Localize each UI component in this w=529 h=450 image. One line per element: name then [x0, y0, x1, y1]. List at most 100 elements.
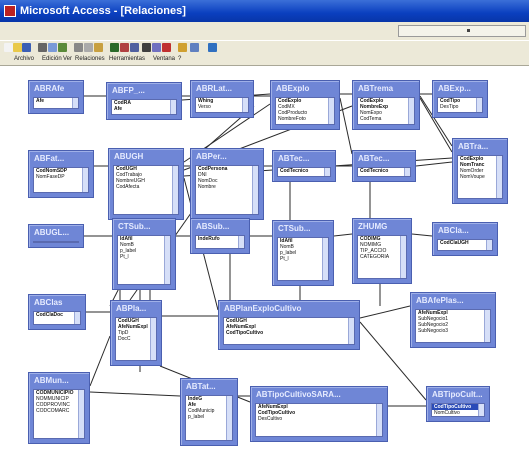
table-window[interactable]: ABMun... CODMUNICIPIO NOMMUNICIP CODPROVINC… [28, 372, 90, 444]
field-list[interactable]: CODMUNICIPIO NOMMUNICIP CODPROVINC CODCOMAR… [33, 389, 85, 439]
field-list[interactable]: CodRA Afe [111, 99, 177, 115]
menu-item-7[interactable]: ? [178, 56, 181, 62]
help-icon[interactable] [208, 43, 217, 52]
field-list[interactable]: IdAfil NomB p_label Pt_l [117, 235, 171, 285]
relationship-line[interactable] [415, 161, 453, 167]
field-list-scrollbar[interactable] [496, 156, 502, 198]
table-window[interactable]: ABSub... IndeRufo [190, 218, 250, 254]
field-list[interactable]: CodPersona DNI NomDoc Nombre [195, 165, 259, 215]
table-window[interactable]: ABPla... CodUGH AfeNumExpl TipD DocC [110, 300, 162, 366]
question-box[interactable] [398, 25, 526, 37]
table-field[interactable]: CODCOMARC [34, 408, 84, 414]
field-list[interactable]: CodUGH AfeNumExpl CodTipoCultivo [223, 317, 355, 345]
table-title[interactable]: ABExp... [433, 81, 487, 95]
table-title[interactable]: ZHUMG [353, 219, 411, 233]
table-window[interactable]: ABPer... CodPersona DNI NomDoc Nombre [190, 148, 264, 220]
relationship-line[interactable] [411, 233, 433, 237]
field-list[interactable]: CodUGH CodTrabajo NombreUGH CodAfecta [113, 165, 179, 215]
table-title[interactable]: ABAfePlas... [411, 293, 495, 307]
table-field[interactable]: IndeRufo [196, 236, 244, 242]
field-list-scrollbar[interactable] [226, 396, 232, 440]
relationship-line[interactable] [359, 305, 411, 319]
table-title[interactable]: ABTipoCult... [427, 387, 489, 401]
table-window[interactable]: ABUGH CodUGH CodTrabajo NombreUGH CodAfecta [108, 148, 184, 220]
menu-item-3[interactable]: Ver [63, 56, 72, 62]
field-list[interactable]: CodTipo DesTipo [437, 97, 483, 113]
table-field[interactable]: CodTipoCultivo [224, 330, 354, 336]
table-field[interactable]: CodClaUGH [438, 240, 492, 246]
open-icon[interactable] [13, 43, 22, 52]
field-list-scrollbar[interactable] [252, 166, 258, 214]
relationships-canvas[interactable]: ABRAfe Afe ABFP_... CodRA Afe ABRLat... Whing V… [0, 66, 529, 450]
field-list-scrollbar[interactable] [238, 236, 244, 248]
field-list[interactable]: CodTipoCultivo NomCultivo [431, 403, 485, 417]
table-title[interactable]: ABTat... [181, 379, 237, 393]
table-window[interactable]: ABRLat... Whing Verso [190, 80, 254, 118]
table-title[interactable]: ABClas [29, 295, 85, 309]
table-title[interactable]: ABUGL... [29, 225, 83, 239]
table-window[interactable]: ABTipoCult... CodTipoCultivo NomCultivo [426, 386, 490, 422]
table-field[interactable]: Nombre [196, 184, 258, 190]
field-list-scrollbar[interactable] [78, 390, 84, 438]
table-title[interactable]: CTSub... [113, 219, 175, 233]
field-list-scrollbar[interactable] [74, 312, 80, 324]
table-title[interactable]: CTSub... [273, 221, 333, 235]
field-list[interactable]: CodClaUGH [437, 239, 493, 251]
field-list-scrollbar[interactable] [404, 168, 410, 176]
menu-item-5[interactable]: Herramientas [109, 56, 145, 62]
field-list-scrollbar[interactable] [82, 168, 88, 192]
field-list[interactable]: Afe [33, 97, 79, 109]
field-list-scrollbar[interactable] [348, 318, 354, 344]
field-list[interactable]: CODIMG NOMIMG TIP_ACCIO CATEGORIA [357, 235, 407, 279]
table-window[interactable]: ABTipoCultivoSARA... AfeNumExpl CodTipoCul… [250, 386, 388, 442]
table-title[interactable]: ABRLat... [191, 81, 253, 95]
table-window[interactable]: ABPlanExploCultivo CodUGH AfeNumExpl CodTip… [218, 300, 360, 350]
show-table-icon[interactable] [120, 43, 129, 52]
field-list[interactable]: IndeRufo [195, 235, 245, 249]
relationship-line[interactable] [89, 391, 181, 397]
field-list[interactable]: IdAfil NomB p_label Pt_l [277, 237, 329, 281]
table-window[interactable]: ZHUMG CODIMG NOMIMG TIP_ACCIO CATEGORIA [352, 218, 412, 284]
cut-icon[interactable] [74, 43, 83, 52]
table-window[interactable]: ABTra... CodExplo NomTranc NomOrder NomVoupe [452, 138, 508, 204]
field-list[interactable]: CodClaDoc [33, 311, 81, 325]
field-list[interactable]: Whing Verso [195, 97, 249, 113]
field-list[interactable]: CodTecnico [357, 167, 411, 177]
table-title[interactable]: ABRAfe [29, 81, 83, 95]
table-window[interactable]: ABTrema CodExplo NombreExp NomExpo CodTema [352, 80, 420, 130]
field-list[interactable]: CodUGH AfeNumExpl TipD DocC [115, 317, 157, 361]
table-field[interactable]: Verso [196, 104, 248, 110]
table-window[interactable]: ABTec... CodTecnico [272, 150, 336, 182]
dropdown-arrow-icon[interactable] [467, 29, 470, 32]
field-list[interactable]: CodExplo NomTranc NomOrder NomVoupe [457, 155, 503, 199]
database-window-icon[interactable] [178, 43, 187, 52]
clear-layout-icon[interactable] [152, 43, 161, 52]
table-title[interactable]: ABPla... [111, 301, 161, 315]
menu-item-2[interactable]: Edición [42, 56, 62, 62]
field-list[interactable]: IndeG Afe CodMunicip p_label [185, 395, 233, 441]
field-list-scrollbar[interactable] [476, 98, 482, 112]
print-icon[interactable] [38, 43, 47, 52]
table-title[interactable]: ABTec... [353, 151, 415, 165]
table-field[interactable]: Pt_l [278, 256, 328, 262]
field-list-scrollbar[interactable] [408, 98, 414, 124]
save-icon[interactable] [22, 43, 31, 52]
relationship-line[interactable] [89, 335, 111, 387]
table-title[interactable]: ABTipoCultivoSARA... [251, 387, 387, 401]
table-title[interactable]: ABTec... [273, 151, 335, 165]
table-window[interactable]: ABFat... CodNomSDP NomFaseDP [28, 150, 94, 198]
table-field[interactable]: CodTecnico [358, 168, 410, 174]
table-field[interactable]: DesCultivo [256, 416, 382, 422]
field-list-scrollbar[interactable] [328, 98, 334, 124]
field-list[interactable]: CodTecnico [277, 167, 331, 177]
table-window[interactable]: ABFP_... CodRA Afe [106, 82, 182, 120]
table-window[interactable]: ABUGL... [28, 224, 84, 248]
field-list-scrollbar[interactable] [72, 98, 78, 108]
table-title[interactable]: ABPlanExploCultivo [219, 301, 359, 315]
field-list-scrollbar[interactable] [486, 240, 492, 250]
relationship-line[interactable] [333, 233, 353, 237]
table-title[interactable]: ABFat... [29, 151, 93, 165]
table-field[interactable]: CodAfecta [114, 184, 178, 190]
table-window[interactable]: ABCla... CodClaUGH [432, 222, 498, 256]
table-field[interactable]: CATEGORIA [358, 254, 406, 260]
